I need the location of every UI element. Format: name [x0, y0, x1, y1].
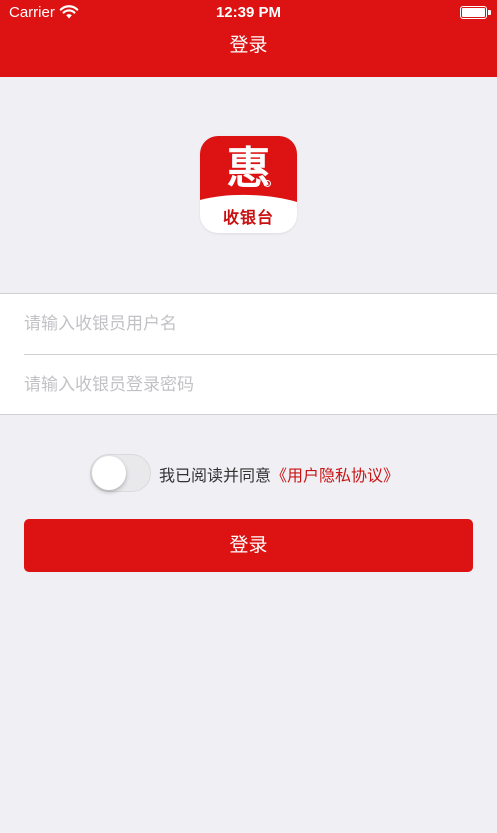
navigation-bar: Carrier 12:39 PM 登录 [0, 0, 497, 77]
password-input[interactable] [24, 355, 497, 415]
login-form [0, 293, 497, 415]
toggle-knob [92, 456, 126, 490]
clock-label: 12:39 PM [215, 4, 282, 21]
logo-text: 收银台 [222, 208, 274, 227]
privacy-policy-link[interactable]: 《用户隐私协议》 [271, 466, 399, 485]
username-input[interactable] [24, 294, 497, 354]
agreement-row: 我已阅读并同意《用户隐私协议》 [159, 462, 399, 486]
status-bar: Carrier 12:39 PM [0, 0, 497, 26]
battery-icon [460, 6, 491, 19]
agreement-text: 我已阅读并同意 [159, 466, 272, 485]
agreement-toggle[interactable] [90, 454, 151, 492]
login-button[interactable]: 登录 [24, 519, 473, 572]
logo-dot [264, 180, 271, 187]
logo-mark: 惠 [226, 143, 271, 194]
page-title: 登录 [229, 34, 268, 56]
app-logo-icon: 惠 收银台 [200, 136, 297, 233]
login-screen: Carrier 12:39 PM 登录 惠 收银台 我已阅读并 [0, 0, 497, 833]
